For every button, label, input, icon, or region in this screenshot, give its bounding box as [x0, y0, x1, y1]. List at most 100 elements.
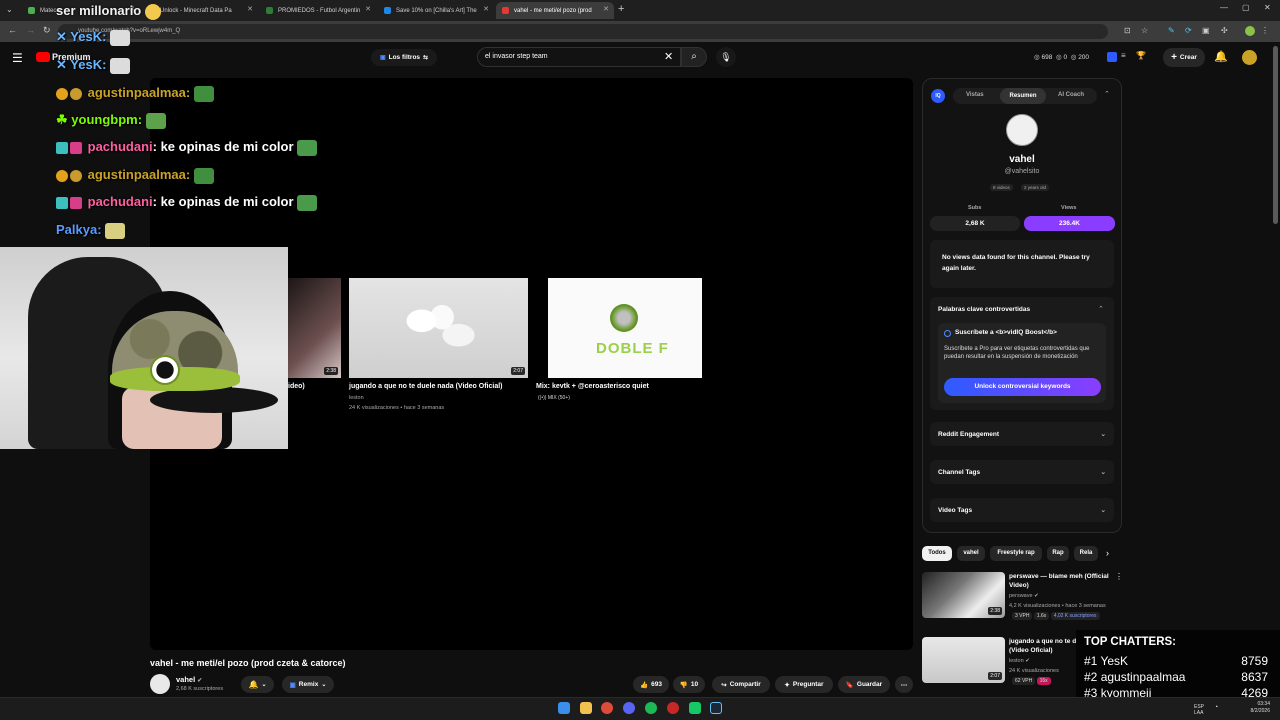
sidebar-video-thumbnail[interactable]: 2:07 [922, 637, 1005, 683]
extension-icon[interactable]: ▣ [1202, 26, 1210, 35]
tab-promiedos[interactable]: PROMIEDOS - Futbol Argentin ✕ [260, 2, 376, 19]
unlock-controversial-button[interactable]: Unlock controversial keywords [944, 378, 1101, 396]
reddit-engagement-section[interactable]: Reddit Engagement ⌄ [930, 422, 1114, 446]
green-app-icon[interactable] [689, 702, 701, 714]
trophy-icon[interactable]: 🏆 [1136, 51, 1146, 60]
channel-tags-section[interactable]: Channel Tags ⌄ [930, 460, 1114, 484]
extension-icons: ⊡ ☆ ✎ ⟳ ▣ ✣ ⋮ [1124, 26, 1269, 38]
minimize-icon[interactable]: — [1220, 3, 1228, 12]
controversial-title[interactable]: Palabras clave controvertidas [938, 306, 1030, 313]
endscreen-mix-title[interactable]: Mix: kevtk + @ceroasterisco quiet [536, 383, 649, 390]
more-actions-button[interactable]: ⋯ [895, 676, 913, 693]
share-button[interactable]: ↪ Compartir [712, 676, 770, 693]
subs-value: 2,68 K [965, 220, 985, 227]
network-icon[interactable]: ◔ [1214, 704, 1218, 711]
save-button[interactable]: 🔖 Guardar [838, 676, 890, 693]
maximize-icon[interactable]: ▢ [1242, 3, 1250, 12]
channel-name[interactable]: vahel ✔ [176, 675, 202, 684]
endscreen-video-1[interactable]: 2:38 [288, 278, 341, 378]
sidebar-video-title[interactable]: jugando a que no te d (Video Oficial) [1009, 637, 1081, 655]
close-icon[interactable]: ✕ [247, 5, 253, 13]
chevron-down-icon: ⌄ [1100, 469, 1106, 476]
analytics-icon[interactable]: ≡ [1121, 51, 1126, 60]
channel-avatar[interactable] [150, 674, 170, 694]
dislike-button[interactable]: 👎 10 [673, 676, 705, 693]
discord-icon[interactable] [623, 702, 635, 714]
back-icon[interactable]: ← [8, 25, 17, 35]
forward-icon[interactable]: → [26, 25, 35, 35]
notifications-bell-icon[interactable]: 🔔 [1214, 50, 1228, 63]
file-explorer-icon[interactable] [580, 702, 592, 714]
system-clock[interactable]: 03:34 8/2/2026 [1240, 701, 1270, 715]
chip-freestyle-rap[interactable]: Freestyle rap [990, 546, 1042, 561]
close-window-icon[interactable]: ✕ [1264, 3, 1271, 12]
page-scrollbar[interactable] [1273, 46, 1278, 224]
notification-subscribe-button[interactable]: 🔔 ⌄ [241, 676, 274, 693]
collapse-chevron-icon[interactable]: ⌃ [1104, 90, 1110, 98]
start-menu-icon[interactable] [558, 702, 570, 714]
tab-menu-icon[interactable]: ⌄ [6, 5, 13, 14]
multiplier-badge: 16x [1036, 677, 1051, 685]
chip-vahel[interactable]: vahel [957, 546, 985, 561]
sidebar-more-icon[interactable]: ⋮ [1115, 572, 1123, 581]
views-value-box: 236.4K [1024, 216, 1115, 231]
chip-rap[interactable]: Rap [1047, 546, 1069, 561]
chat-text: : ke opinas de mi color [152, 194, 294, 209]
like-button[interactable]: 👍 693 [633, 676, 669, 693]
voice-search-button[interactable]: 🎙 [716, 47, 736, 67]
endscreen-video-2[interactable]: 2:07 [349, 278, 528, 378]
bookmark-star-icon[interactable]: ☆ [1141, 26, 1148, 35]
search-input[interactable]: el invasor step team [477, 47, 681, 67]
spotify-icon[interactable] [645, 702, 657, 714]
clear-search-icon[interactable]: ✕ [664, 50, 673, 63]
chrome-icon[interactable] [601, 702, 613, 714]
account-avatar[interactable] [1242, 50, 1257, 65]
sidebar-video-title[interactable]: perswave — blame meh (Official Video) [1009, 572, 1113, 590]
vidiq-tab-vistas[interactable]: Vistas [966, 92, 984, 98]
vidiq-tab-ai-coach[interactable]: AI Coach [1058, 92, 1084, 98]
vidiq-logo-icon: IQ [931, 89, 945, 103]
language-indicator[interactable]: ESP LAA [1194, 704, 1210, 716]
new-tab-icon[interactable]: + [618, 3, 624, 15]
endscreen-video-2-title[interactable]: jugando a que no te duele nada (Video Of… [349, 383, 503, 390]
chips-next-icon[interactable]: › [1106, 548, 1109, 558]
ask-button[interactable]: ✦ Preguntar [775, 676, 833, 693]
close-icon[interactable]: ✕ [483, 5, 489, 13]
install-app-icon[interactable]: ⊡ [1124, 26, 1131, 35]
sidebar-video-thumbnail[interactable]: 2:38 [922, 572, 1005, 618]
more-menu-icon[interactable]: ⋮ [1261, 26, 1269, 35]
chip-related[interactable]: Rela [1074, 546, 1098, 561]
filters-button[interactable]: ▣ Los filtros ⇆ [371, 49, 437, 66]
sidebar-video-channel[interactable]: perswave ✔ [1009, 593, 1039, 599]
address-bar-input[interactable]: youtube.com/watch?v=oRLewjw4m_Q [58, 24, 1108, 39]
app-icon[interactable] [667, 702, 679, 714]
extension-icon[interactable]: ✎ [1168, 26, 1175, 35]
remix-button[interactable]: ▣ Remix ⌄ [282, 676, 334, 693]
video-tags-section[interactable]: Video Tags ⌄ [930, 498, 1114, 522]
dislike-count: 10 [690, 681, 699, 688]
close-icon[interactable]: ✕ [365, 5, 371, 13]
close-icon[interactable]: ✕ [603, 5, 609, 13]
endscreen-video-1-title[interactable]: ideo) [288, 383, 305, 390]
vidiq-icon[interactable] [1107, 52, 1117, 62]
chip-todos[interactable]: Todos [922, 546, 952, 561]
search-button[interactable]: ⌕ [681, 47, 707, 67]
endscreen-mix[interactable]: DOBLE F [548, 278, 702, 378]
steam-icon[interactable] [710, 702, 722, 714]
endscreen-video-2-channel[interactable]: leston [349, 395, 364, 401]
tab-vahel-youtube[interactable]: vahel - me meti/el pozo (prod ✕ [496, 2, 614, 19]
sub-badge-icon [70, 196, 82, 209]
duration-badge: 2:07 [511, 367, 525, 375]
reload-icon[interactable]: ↻ [43, 25, 51, 36]
vidiq-tab-resumen[interactable]: Resumen [1000, 88, 1046, 104]
chevron-up-icon[interactable]: ⌃ [1098, 305, 1104, 313]
sidebar-video-channel[interactable]: leston ✔ [1009, 658, 1030, 664]
chat-header-text: ser millonario [56, 3, 142, 18]
hamburger-menu-icon[interactable]: ☰ [12, 51, 23, 65]
extensions-puzzle-icon[interactable]: ✣ [1221, 26, 1228, 35]
tab-steam-save[interactable]: Save 10% on [Chilla's Art] The ✕ [378, 2, 494, 19]
create-button[interactable]: + Crear [1163, 48, 1205, 67]
profile-avatar[interactable] [1245, 26, 1255, 36]
number-badge-icon [56, 169, 68, 182]
extension-icon[interactable]: ⟳ [1185, 26, 1192, 35]
